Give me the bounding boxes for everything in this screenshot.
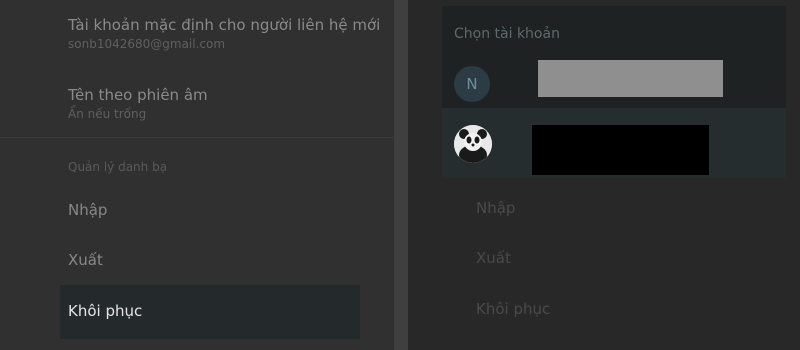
phonetic-name-title: Tên theo phiên âm <box>68 86 208 104</box>
restore-menu-item[interactable]: Khôi phục <box>60 285 360 339</box>
account-picker-pane: Nhập Xuất Khôi phục Chọn tài khoản N <box>408 0 800 350</box>
split-divider <box>394 0 408 350</box>
export-menu-item-dimmed: Xuất <box>476 249 511 267</box>
settings-pane: Tài khoản mặc định cho người liên hệ mới… <box>0 0 394 350</box>
phonetic-name-value: Ẩn nếu trống <box>68 107 147 121</box>
section-divider <box>0 137 394 138</box>
phonetic-name-preference[interactable]: Tên theo phiên âm Ẩn nếu trống <box>68 86 208 121</box>
default-account-value: sonb1042680@gmail.com <box>68 37 226 51</box>
redacted-account-name <box>532 125 709 175</box>
account-option-1[interactable]: N <box>442 6 786 106</box>
export-menu-item[interactable]: Xuất <box>68 251 103 269</box>
manage-contacts-header: Quản lý danh bạ <box>68 160 168 174</box>
import-menu-item-dimmed: Nhập <box>476 199 516 217</box>
default-account-title: Tài khoản mặc định cho người liên hệ mới <box>68 16 381 34</box>
import-menu-item[interactable]: Nhập <box>68 201 107 219</box>
account-avatar-letter: N <box>454 66 490 102</box>
redacted-account-name <box>538 60 723 97</box>
account-option-2[interactable] <box>442 108 786 178</box>
panda-avatar-icon <box>454 125 492 163</box>
choose-account-dialog: Chọn tài khoản N <box>442 6 786 178</box>
default-account-preference[interactable]: Tài khoản mặc định cho người liên hệ mới… <box>68 16 380 51</box>
restore-menu-item-dimmed: Khôi phục <box>476 300 551 318</box>
restore-label: Khôi phục <box>68 302 143 320</box>
